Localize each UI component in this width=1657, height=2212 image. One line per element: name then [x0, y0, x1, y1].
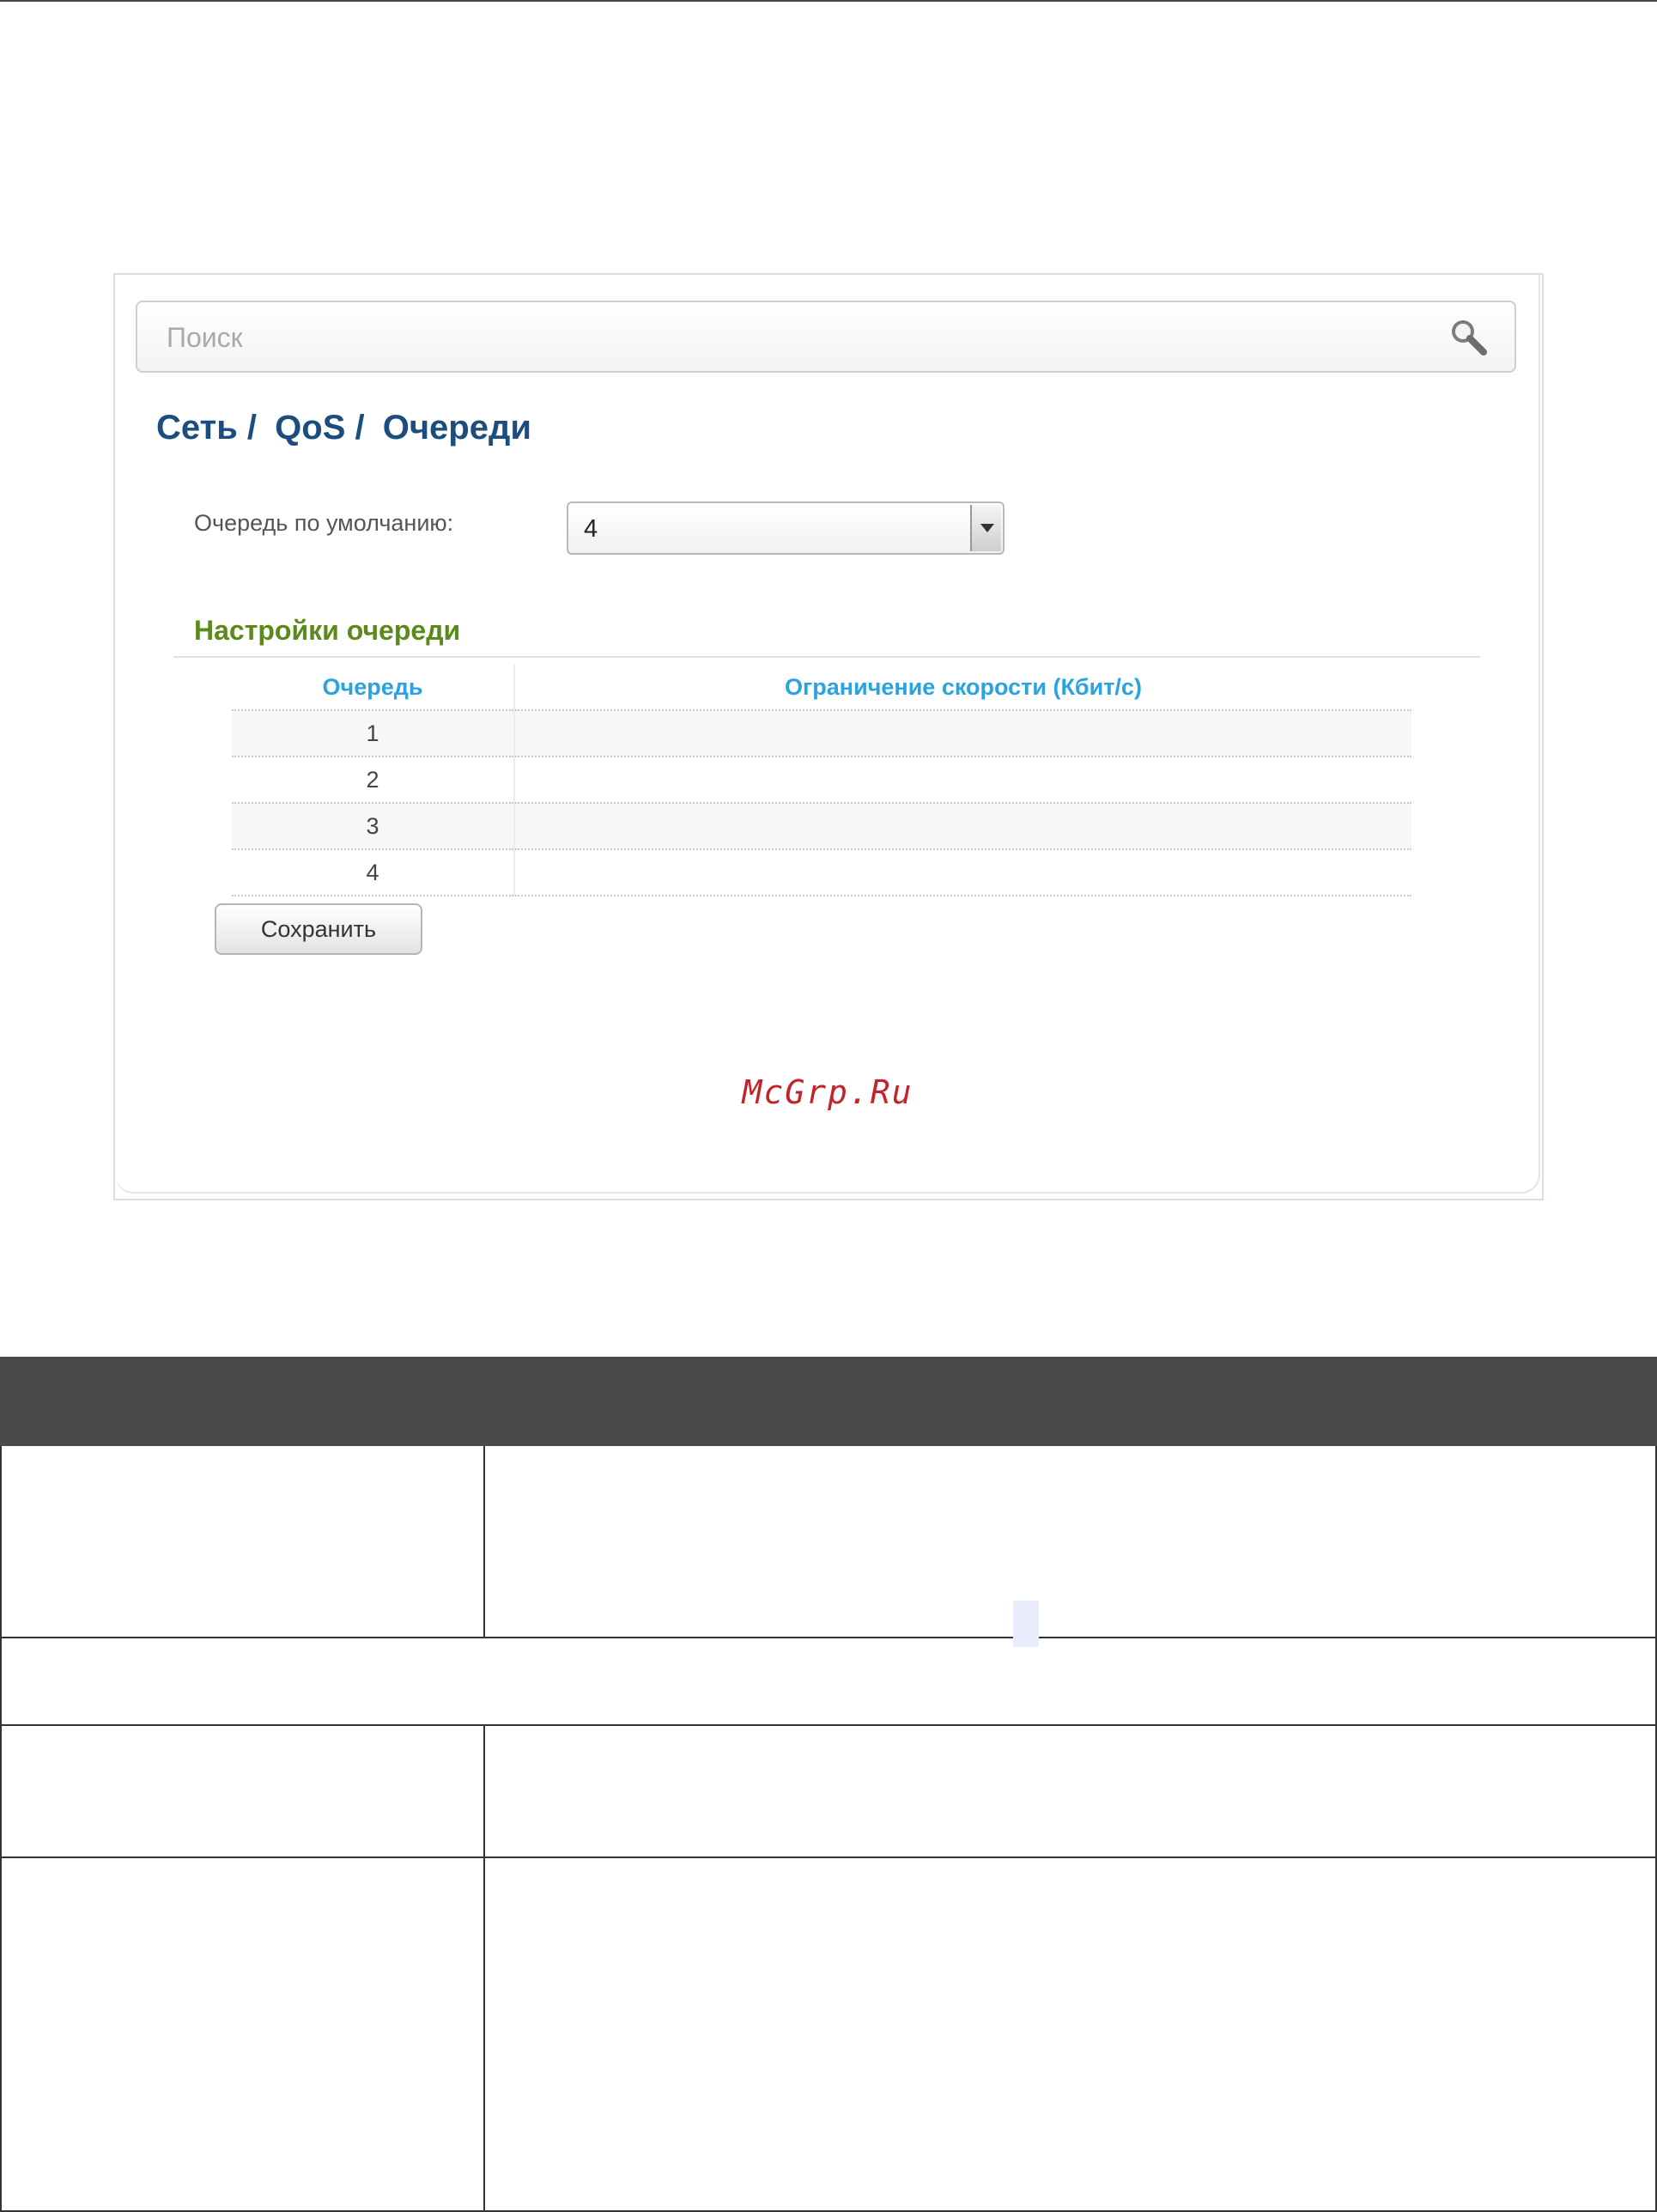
description-cell [0, 1856, 485, 2212]
breadcrumb-network[interactable]: Сеть / [156, 409, 257, 447]
rate-limit-cell [514, 848, 1411, 896]
section-divider [173, 656, 1480, 658]
default-queue-value: 4 [584, 515, 598, 543]
content-panel: Сеть / QoS / Очереди Очередь по умолчани… [115, 275, 1540, 1194]
breadcrumb-queues: Очереди [382, 409, 531, 447]
table-row[interactable]: 2 [232, 756, 1411, 803]
text-highlight [1013, 1601, 1039, 1647]
description-table [0, 1357, 1657, 2212]
description-cell [0, 1446, 485, 1638]
table-row[interactable]: 3 [232, 802, 1411, 849]
section-title: Настройки очереди [194, 615, 461, 646]
column-header-rate-limit: Ограничение скорости (Кбит/с) [785, 673, 1142, 700]
table-header-row: Очередь Ограничение скорости (Кбит/с) [232, 665, 1411, 710]
description-cell [0, 1724, 485, 1858]
default-queue-label: Очередь по умолчанию: [194, 510, 454, 536]
description-cell [483, 1446, 1657, 1638]
breadcrumb: Сеть / QoS / Очереди [156, 409, 540, 457]
column-header-queue: Очередь [232, 665, 515, 710]
description-section-row [0, 1637, 1657, 1726]
chevron-down-icon[interactable] [970, 505, 1001, 551]
table-row[interactable]: 1 [232, 709, 1411, 757]
watermark: McGrp.Ru [742, 1073, 913, 1111]
queue-cell: 3 [232, 802, 515, 849]
default-queue-select[interactable]: 4 [567, 501, 1005, 555]
breadcrumb-qos[interactable]: QoS / [275, 409, 364, 447]
description-cell [483, 1724, 1657, 1858]
queue-cell: 2 [232, 756, 515, 803]
rate-limit-cell [514, 756, 1411, 803]
queue-cell: 4 [232, 848, 515, 896]
table-row[interactable]: 4 [232, 848, 1411, 896]
save-button[interactable]: Сохранить [215, 903, 422, 955]
search-icon[interactable] [1448, 316, 1492, 361]
router-settings-screenshot: Сеть / QoS / Очереди Очередь по умолчани… [113, 273, 1544, 1200]
rate-limit-cell [514, 709, 1411, 757]
queue-cell: 1 [232, 709, 515, 757]
queue-table: Очередь Ограничение скорости (Кбит/с) 1 … [232, 665, 1411, 896]
search-input[interactable] [165, 318, 1422, 357]
description-cell [483, 1856, 1657, 2212]
top-rule [0, 0, 1657, 2]
search-bar[interactable] [136, 301, 1516, 373]
description-table-header [0, 1357, 1657, 1446]
rate-limit-cell [514, 802, 1411, 849]
